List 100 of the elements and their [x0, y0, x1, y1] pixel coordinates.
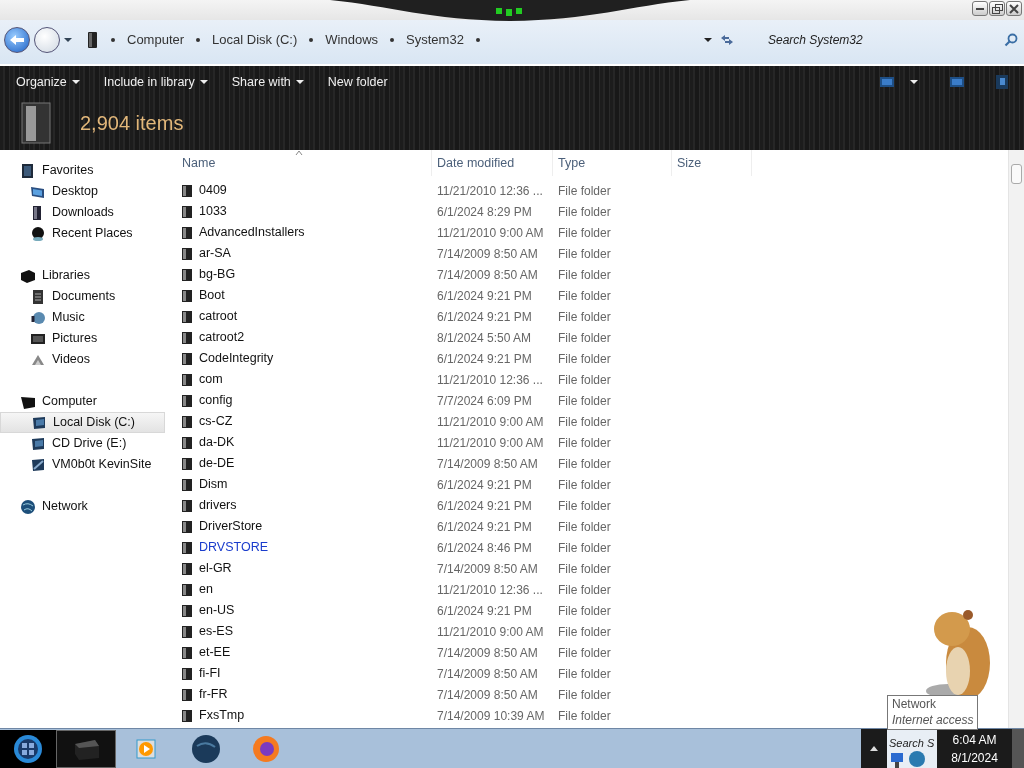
nav-item[interactable]: VM0b0t KevinSite — [0, 454, 165, 475]
toolbar-button[interactable]: Share with — [231, 72, 304, 92]
start-button[interactable] — [0, 729, 56, 768]
nav-item[interactable]: Videos — [0, 349, 165, 370]
file-name[interactable]: da-DK — [199, 433, 235, 452]
date-cell-text: 6/1/2024 9:21 PM — [436, 602, 533, 620]
file-name[interactable]: DRVSTORE — [199, 538, 268, 557]
view-caret-icon[interactable] — [910, 80, 918, 84]
nav-item[interactable]: Desktop — [0, 181, 165, 202]
type-cell-text: File folder — [557, 665, 612, 683]
folder-icon — [181, 477, 193, 492]
minimize-button[interactable] — [972, 1, 988, 16]
nav-item[interactable]: Network — [0, 496, 165, 517]
file-name[interactable]: Boot — [199, 286, 225, 305]
address-caret-icon[interactable] — [704, 38, 712, 42]
library-icon — [20, 267, 36, 284]
tray-expand-icon[interactable] — [869, 745, 879, 752]
column-header[interactable]: Size — [672, 150, 752, 176]
toolbar-button[interactable]: New folder — [327, 72, 388, 92]
type-cell-text: File folder — [557, 371, 612, 389]
date-cell-text: 7/14/2009 8:50 AM — [436, 455, 539, 473]
file-name[interactable]: el-GR — [199, 559, 232, 578]
type-cell-text: File folder — [557, 203, 612, 221]
toolbar-button[interactable]: Include in library — [103, 72, 208, 92]
file-name[interactable]: catroot2 — [199, 328, 245, 347]
nav-item[interactable]: Computer — [0, 391, 165, 412]
file-name[interactable]: es-ES — [199, 622, 234, 641]
nav-item[interactable]: Pictures — [0, 328, 165, 349]
file-name[interactable]: fr-FR — [199, 685, 228, 704]
type-cell-text: File folder — [557, 392, 612, 410]
help-icon[interactable] — [996, 75, 1008, 89]
toolbar-button[interactable]: Organize — [16, 72, 80, 92]
type-cell-text: File folder — [557, 539, 612, 557]
breadcrumb[interactable]: System32 — [400, 30, 470, 50]
folder-icon — [181, 288, 193, 303]
scroll-thumb[interactable] — [1011, 164, 1022, 184]
file-name[interactable]: CodeIntegrity — [199, 349, 274, 368]
search-icon[interactable] — [1004, 33, 1018, 47]
file-name[interactable]: 0409 — [199, 181, 227, 200]
folder-icon — [181, 351, 193, 366]
back-button[interactable] — [4, 27, 30, 53]
folder-icon — [181, 519, 193, 534]
date-cell-text: 6/1/2024 9:21 PM — [436, 497, 533, 515]
restore-button[interactable] — [989, 1, 1005, 16]
breadcrumb[interactable]: Windows — [319, 30, 385, 50]
arrow-left-icon — [9, 34, 25, 46]
nav-item[interactable]: Local Disk (C:) — [0, 412, 165, 433]
refresh-icon[interactable] — [720, 33, 734, 47]
file-name[interactable]: et-EE — [199, 643, 231, 662]
folder-icon — [181, 498, 193, 513]
file-name[interactable]: catroot — [199, 307, 238, 326]
file-name[interactable]: cs-CZ — [199, 412, 233, 431]
nav-item[interactable]: Downloads — [0, 202, 165, 223]
scrollbar[interactable] — [1008, 150, 1024, 728]
folder-icon — [181, 708, 193, 723]
file-name[interactable]: config — [199, 391, 233, 410]
type-cell-text: File folder — [557, 581, 612, 599]
type-cell-text: File folder — [557, 518, 612, 536]
date-cell-text: 11/21/2010 9:00 AM — [436, 413, 545, 431]
breadcrumb[interactable]: Computer — [121, 30, 191, 50]
file-name[interactable]: FxsTmp — [199, 706, 245, 725]
file-name[interactable]: Dism — [199, 475, 228, 494]
file-name[interactable]: AdvancedInstallers — [199, 223, 305, 242]
nav-item[interactable]: Documents — [0, 286, 165, 307]
type-cell-text: File folder — [557, 308, 612, 326]
separator-icon — [196, 38, 201, 42]
column-header[interactable]: Date modified — [432, 150, 553, 176]
file-name[interactable]: DriverStore — [199, 517, 263, 536]
date-cell-text: 6/1/2024 9:21 PM — [436, 350, 533, 368]
file-name[interactable]: com — [199, 370, 223, 389]
close-button[interactable] — [1006, 1, 1022, 16]
nav-item[interactable]: CD Drive (E:) — [0, 433, 165, 454]
nav-item[interactable]: Recent Places — [0, 223, 165, 244]
folder-icon — [181, 246, 193, 261]
file-name[interactable]: 1033 — [199, 202, 227, 221]
nav-item[interactable]: Libraries — [0, 265, 165, 286]
file-name[interactable]: fi-FI — [199, 664, 221, 683]
date-cell-text: 6/1/2024 8:46 PM — [436, 539, 533, 557]
folder-icon — [181, 204, 193, 219]
column-header[interactable]: Name — [177, 150, 432, 176]
column-header[interactable]: Type — [553, 150, 672, 176]
history-caret-icon[interactable] — [64, 38, 72, 42]
forward-button[interactable] — [34, 27, 60, 53]
file-name[interactable]: bg-BG — [199, 265, 236, 284]
nav-item[interactable]: Favorites — [0, 160, 165, 181]
file-name[interactable]: de-DE — [199, 454, 235, 473]
file-name[interactable]: en — [199, 580, 213, 599]
date-cell-text: 6/1/2024 9:21 PM — [436, 476, 533, 494]
file-name[interactable]: en-US — [199, 601, 235, 620]
file-name[interactable]: ar-SA — [199, 244, 231, 263]
search-field[interactable]: Search System32 — [766, 30, 996, 50]
nav-item[interactable]: Music — [0, 307, 165, 328]
breadcrumb[interactable]: Local Disk (C:) — [206, 30, 304, 50]
taskbar-button[interactable] — [56, 729, 116, 768]
clock-time[interactable]: 6:04 AM — [937, 730, 1012, 749]
clock-date[interactable]: 8/1/2024 — [937, 748, 1012, 767]
separator-icon — [390, 38, 395, 42]
folder-icon — [181, 540, 193, 555]
file-name[interactable]: drivers — [199, 496, 237, 515]
globe-tray-icon[interactable] — [907, 748, 927, 768]
